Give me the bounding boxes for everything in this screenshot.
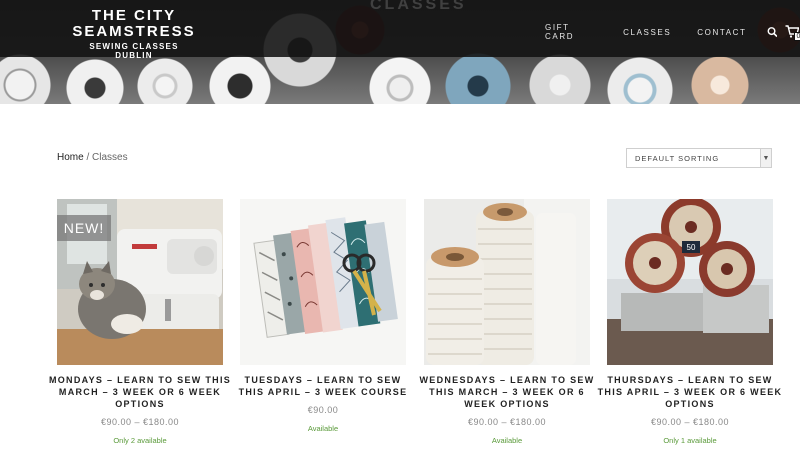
logo-line-1: THE CITY [91,7,177,24]
breadcrumb: Home / Classes [57,152,128,163]
stock-status: Only 1 available [663,436,717,445]
breadcrumb-separator: / [83,152,93,163]
hero-banner: CLASSES THE CITY SEAMSTRESS SEWING CLASS… [0,0,800,104]
svg-text:50: 50 [687,243,696,252]
site-logo[interactable]: THE CITY SEAMSTRESS SEWING CLASSES DUBLI… [72,7,196,61]
product-title[interactable]: THURSDAYS – LEARN TO SEW THIS APRIL – 3 … [597,374,783,410]
stock-status: Available [491,436,523,445]
breadcrumb-home[interactable]: Home [57,152,84,163]
product-card[interactable]: NEW! MONDAYS – LEARN TO SEW THIS MARCH –… [49,199,230,445]
stock-status: Available [307,424,339,433]
product-image[interactable] [424,199,590,365]
product-price: €90.00 – €180.00 [650,417,730,427]
product-price: €90.00 – €180.00 [100,417,180,427]
product-image[interactable]: NEW! [57,199,223,365]
cart-button[interactable]: 0 [785,25,800,41]
product-title[interactable]: WEDNESDAYS – LEARN TO SEW THIS MARCH – 3… [414,374,600,410]
product-title[interactable]: TUESDAYS – LEARN TO SEW THIS APRIL – 3 W… [230,374,416,398]
breadcrumb-current: Classes [92,152,128,163]
nav-gift-card[interactable]: GIFT CARD [545,23,597,41]
sort-select[interactable]: DEFAULT SORTING ▼ [626,148,772,168]
chevron-down-icon: ▼ [760,149,771,167]
new-badge: NEW! [57,215,111,241]
nav-classes[interactable]: CLASSES [623,28,671,37]
nav-contact[interactable]: CONTACT [697,28,746,37]
search-icon[interactable] [767,26,778,38]
product-image[interactable] [240,199,406,365]
sort-selected-value: DEFAULT SORTING [635,153,720,163]
product-image[interactable]: 50 [607,199,773,365]
hero-title: CLASSES [370,0,467,13]
cart-count-badge: 0 [794,32,800,41]
logo-line-2: SEAMSTRESS [72,23,196,40]
product-card[interactable]: 50 THURSDAYS – LEARN TO SEW THIS APRIL –… [598,199,781,445]
product-card[interactable]: TUESDAYS – LEARN TO SEW THIS APRIL – 3 W… [239,199,406,433]
product-title[interactable]: MONDAYS – LEARN TO SEW THIS MARCH – 3 WE… [47,374,233,410]
stock-status: Only 2 available [113,436,167,445]
main-nav: GIFT CARD CLASSES CONTACT 0 [545,23,800,41]
logo-tagline: SEWING CLASSES DUBLIN [89,42,179,60]
product-price: €90.00 – €180.00 [467,417,547,427]
product-card[interactable]: WEDNESDAYS – LEARN TO SEW THIS MARCH – 3… [419,199,593,445]
product-price: €90.00 [307,405,339,415]
